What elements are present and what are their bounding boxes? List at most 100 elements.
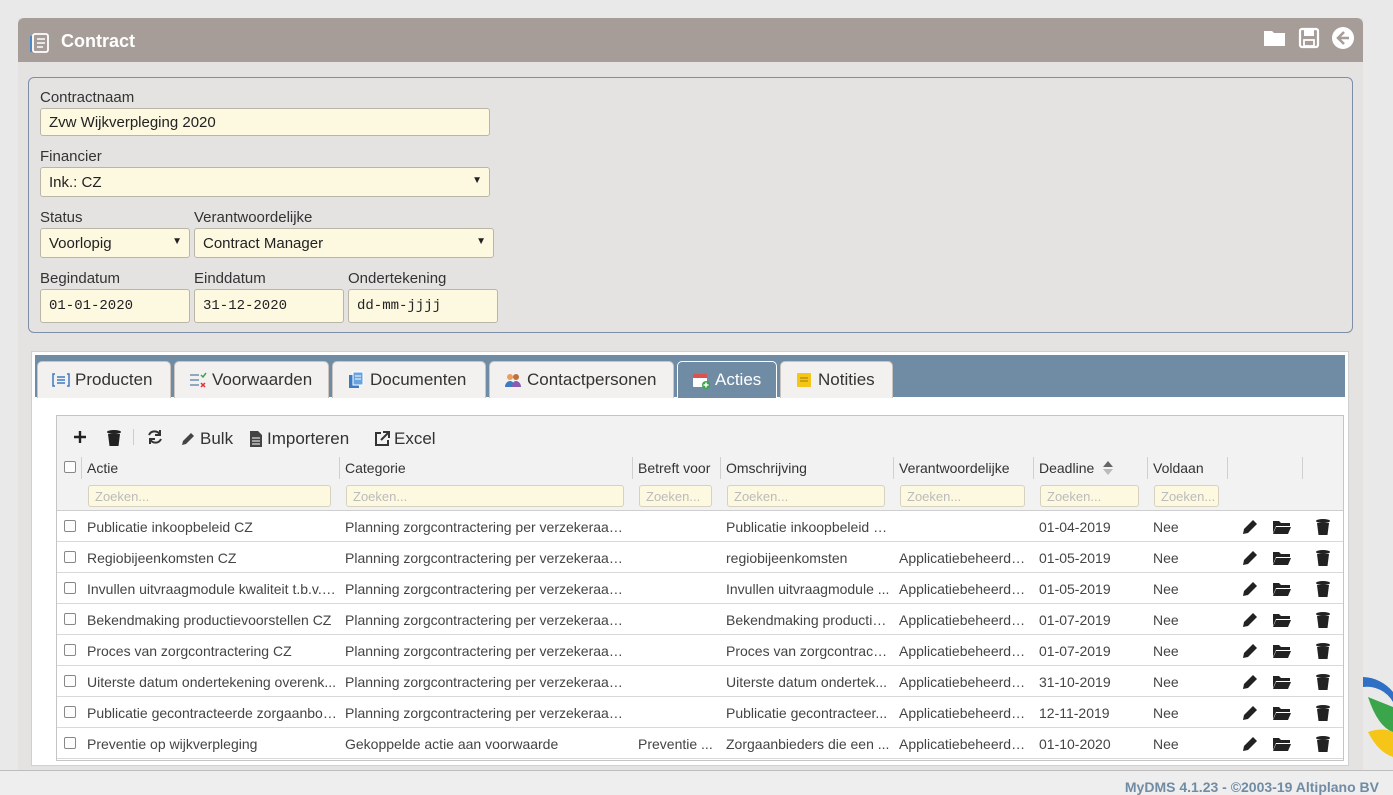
table-cell: Planning zorgcontractering per verzekera…	[345, 674, 625, 690]
excel-button[interactable]: Excel	[374, 429, 436, 449]
table-cell: Nee	[1153, 519, 1179, 535]
col-deadline[interactable]: Deadline	[1039, 460, 1144, 476]
open-folder-icon[interactable]	[1272, 518, 1291, 536]
table-cell: Preventie op wijkverpleging	[87, 736, 258, 752]
table-cell: Nee	[1153, 550, 1179, 566]
col-voldaan[interactable]: Voldaan	[1153, 460, 1223, 476]
row-checkbox[interactable]	[64, 551, 76, 563]
search-voldaan-input[interactable]: Zoeken...	[1154, 485, 1219, 507]
save-icon[interactable]	[1297, 26, 1321, 50]
open-folder-icon[interactable]	[1272, 549, 1291, 567]
trash-icon[interactable]	[1315, 611, 1333, 629]
external-link-icon	[375, 431, 390, 446]
trash-icon	[107, 430, 121, 446]
table-row[interactable]: Invullen uitvraagmodule kwaliteit t.b.v.…	[57, 573, 1343, 604]
search-omschrijving-input[interactable]: Zoeken...	[727, 485, 885, 507]
table-cell: Applicatiebeheerde...	[899, 674, 1029, 690]
tab-producten[interactable]: Producten	[37, 361, 171, 398]
trash-icon[interactable]	[1315, 518, 1333, 536]
footer: MyDMS 4.1.23 - ©2003-19 Altiplano BV	[0, 770, 1393, 795]
tab-notities[interactable]: Notities	[780, 361, 893, 398]
verantwoordelijke-label: Verantwoordelijke	[194, 209, 313, 226]
trash-icon[interactable]	[1315, 642, 1333, 660]
table-cell: Regiobijeenkomsten CZ	[87, 550, 237, 566]
open-folder-icon[interactable]	[1272, 704, 1291, 722]
col-betreft-voor[interactable]: Betreft voor	[638, 460, 714, 476]
row-checkbox[interactable]	[64, 737, 76, 749]
edit-pencil-icon[interactable]	[1241, 518, 1259, 536]
row-checkbox[interactable]	[64, 613, 76, 625]
trash-icon[interactable]	[1315, 549, 1333, 567]
tab-acties[interactable]: Acties	[677, 361, 777, 398]
table-cell: Nee	[1153, 705, 1179, 721]
open-folder-icon[interactable]	[1272, 642, 1291, 660]
tab-contactpersonen[interactable]: Contactpersonen	[489, 361, 674, 398]
trash-icon[interactable]	[1315, 704, 1333, 722]
select-all-checkbox[interactable]	[64, 461, 76, 473]
verantwoordelijke-select[interactable]: Contract Manager	[194, 228, 494, 258]
edit-pencil-icon[interactable]	[1241, 549, 1259, 567]
importeren-button[interactable]: Importeren	[249, 429, 349, 449]
tab-label: Acties	[715, 370, 762, 389]
open-folder-icon[interactable]	[1272, 673, 1291, 691]
table-cell: Applicatiebeheerde...	[899, 705, 1029, 721]
table-row[interactable]: Preventie op wijkverpleging Gekoppelde ac…	[57, 728, 1343, 759]
table-cell: 12-11-2019	[1039, 705, 1110, 721]
table-cell: 31-10-2019	[1039, 674, 1111, 690]
status-select[interactable]: Voorlopig	[40, 228, 190, 258]
table-cell: Gekoppelde actie aan voorwaarde	[345, 736, 559, 752]
begindatum-field[interactable]: 01-01-2020	[40, 289, 190, 323]
open-folder-icon[interactable]	[1272, 611, 1291, 629]
grid-header: Actie Categorie Betreft voor Omschrijvin…	[57, 457, 1343, 479]
row-checkbox[interactable]	[64, 644, 76, 656]
edit-pencil-icon[interactable]	[1241, 704, 1259, 722]
table-cell: 01-07-2019	[1039, 612, 1111, 628]
tab-documenten[interactable]: Documenten	[332, 361, 486, 398]
row-checkbox[interactable]	[64, 520, 76, 532]
col-verantwoordelijke[interactable]: Verantwoordelijke	[899, 460, 1031, 476]
table-row[interactable]: Proces van zorgcontractering CZ Planning …	[57, 635, 1343, 666]
financier-select[interactable]: Ink.: CZ	[40, 167, 490, 197]
delete-button[interactable]	[106, 429, 122, 447]
search-deadline-input[interactable]: Zoeken...	[1040, 485, 1139, 507]
edit-pencil-icon[interactable]	[1241, 673, 1259, 691]
einddatum-field[interactable]: 31-12-2020	[194, 289, 344, 323]
bulk-button[interactable]: Bulk	[180, 429, 233, 449]
row-checkbox[interactable]	[64, 582, 76, 594]
contractnaam-field[interactable]: Zvw Wijkverpleging 2020	[40, 108, 490, 136]
table-row[interactable]: Regiobijeenkomsten CZ Planning zorgcontra…	[57, 542, 1343, 573]
edit-pencil-icon[interactable]	[1241, 580, 1259, 598]
trash-icon[interactable]	[1315, 580, 1333, 598]
row-checkbox[interactable]	[64, 706, 76, 718]
edit-pencil-icon[interactable]	[1241, 642, 1259, 660]
table-row[interactable]: Bekendmaking productievoorstellen CZ Plan…	[57, 604, 1343, 635]
note-icon	[795, 371, 813, 389]
calendar-add-icon	[692, 371, 710, 389]
col-actie[interactable]: Actie	[87, 460, 337, 476]
trash-icon[interactable]	[1315, 735, 1333, 753]
table-row[interactable]: Uiterste datum ondertekening overenk... P…	[57, 666, 1343, 697]
trash-icon[interactable]	[1315, 673, 1333, 691]
table-row[interactable]: Publicatie inkoopbeleid CZ Planning zorgc…	[57, 511, 1343, 542]
col-omschrijving[interactable]: Omschrijving	[726, 460, 891, 476]
refresh-button[interactable]	[146, 429, 164, 445]
search-verantwoordelijke-input[interactable]: Zoeken...	[900, 485, 1025, 507]
add-button[interactable]	[72, 429, 88, 445]
tab-label: Producten	[75, 370, 153, 389]
table-row[interactable]: Publicatie gecontracteerde zorgaanbod...…	[57, 697, 1343, 728]
logo-partial	[1363, 677, 1393, 757]
open-folder-icon[interactable]	[1272, 735, 1291, 753]
col-categorie[interactable]: Categorie	[345, 460, 630, 476]
edit-pencil-icon[interactable]	[1241, 611, 1259, 629]
tab-voorwaarden[interactable]: Voorwaarden	[174, 361, 329, 398]
search-betreft-input[interactable]: Zoeken...	[639, 485, 712, 507]
open-folder-icon[interactable]	[1272, 580, 1291, 598]
edit-pencil-icon[interactable]	[1241, 735, 1259, 753]
ondertekening-field[interactable]: dd-mm-jjjj	[348, 289, 498, 323]
search-actie-input[interactable]: Zoeken...	[88, 485, 331, 507]
deadline-label: Deadline	[1039, 460, 1095, 476]
row-checkbox[interactable]	[64, 675, 76, 687]
folder-open-icon[interactable]	[1263, 26, 1287, 50]
back-arrow-icon[interactable]	[1331, 26, 1355, 50]
search-categorie-input[interactable]: Zoeken...	[346, 485, 624, 507]
